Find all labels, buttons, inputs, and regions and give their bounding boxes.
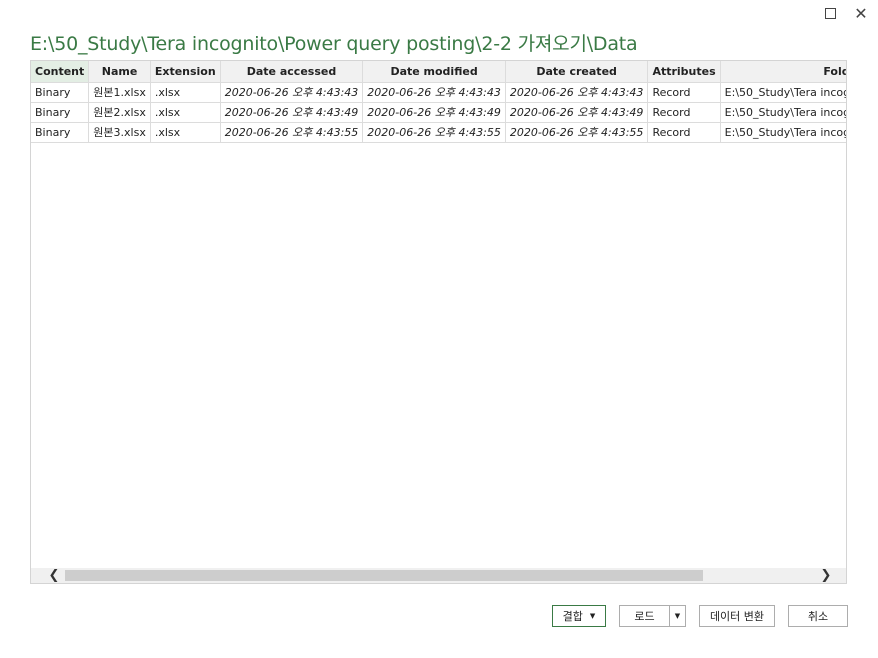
column-header-folder-path[interactable]: Folder Pa bbox=[720, 61, 846, 83]
cell-date-accessed: 2020-06-26 오후 4:43:43 bbox=[220, 82, 364, 103]
load-button-label: 로드 bbox=[634, 610, 655, 623]
cancel-button-label: 취소 bbox=[807, 610, 829, 623]
column-header-date-accessed[interactable]: Date accessed bbox=[220, 61, 364, 83]
cell-date-modified: 2020-06-26 오후 4:43:55 bbox=[362, 122, 506, 143]
cell-folder-path: E:\50_Study\Tera incognito\P bbox=[720, 122, 846, 143]
cell-attributes[interactable]: Record bbox=[647, 82, 721, 103]
scroll-thumb[interactable] bbox=[65, 570, 703, 581]
cell-content[interactable]: Binary bbox=[31, 122, 90, 143]
table-row: Binary 원본2.xlsx .xlsx 2020-06-26 오후 4:43… bbox=[31, 102, 846, 123]
cell-folder-path: E:\50_Study\Tera incognito\P bbox=[720, 82, 846, 103]
cancel-button[interactable]: 취소 bbox=[788, 605, 848, 627]
column-header-extension[interactable]: Extension bbox=[150, 61, 221, 83]
transform-data-button[interactable]: 데이터 변환 bbox=[699, 605, 775, 627]
close-icon[interactable]: ✕ bbox=[852, 4, 870, 23]
combine-button-label: 결합 bbox=[562, 610, 583, 623]
column-header-content[interactable]: Content bbox=[31, 61, 90, 83]
cell-folder-path: E:\50_Study\Tera incognito\P bbox=[720, 102, 846, 123]
cell-extension: .xlsx bbox=[150, 82, 221, 103]
cell-date-accessed: 2020-06-26 오후 4:43:55 bbox=[220, 122, 364, 143]
file-table: Content Name Extension Date accessed Dat… bbox=[31, 61, 846, 143]
maximize-icon[interactable] bbox=[821, 4, 839, 22]
cell-attributes[interactable]: Record bbox=[647, 102, 721, 123]
table-row: Binary 원본1.xlsx .xlsx 2020-06-26 오후 4:43… bbox=[31, 82, 846, 103]
horizontal-scrollbar[interactable]: ❮ ❯ bbox=[31, 568, 846, 583]
load-dropdown-button[interactable]: ▼ bbox=[669, 605, 686, 627]
table-header-row: Content Name Extension Date accessed Dat… bbox=[31, 61, 846, 83]
load-button[interactable]: 로드 bbox=[619, 605, 669, 627]
cell-date-created: 2020-06-26 오후 4:43:43 bbox=[505, 82, 649, 103]
scroll-right-icon[interactable]: ❯ bbox=[817, 568, 835, 583]
table-row: Binary 원본3.xlsx .xlsx 2020-06-26 오후 4:43… bbox=[31, 122, 846, 143]
column-header-date-created[interactable]: Date created bbox=[505, 61, 649, 83]
combine-button[interactable]: 결합 ▼ bbox=[552, 605, 606, 627]
scroll-left-icon[interactable]: ❮ bbox=[45, 568, 63, 583]
cell-name: 원본3.xlsx bbox=[88, 122, 151, 143]
column-header-name[interactable]: Name bbox=[88, 61, 151, 83]
preview-table: Content Name Extension Date accessed Dat… bbox=[30, 60, 847, 584]
chevron-down-icon: ▼ bbox=[674, 612, 681, 620]
chevron-down-icon: ▼ bbox=[589, 612, 596, 620]
transform-data-button-label: 데이터 변환 bbox=[709, 610, 765, 623]
cell-extension: .xlsx bbox=[150, 102, 221, 123]
cell-date-created: 2020-06-26 오후 4:43:55 bbox=[505, 122, 649, 143]
dialog-title: E:\50_Study\Tera incognito\Power query p… bbox=[30, 33, 638, 55]
cell-name: 원본2.xlsx bbox=[88, 102, 151, 123]
cell-content[interactable]: Binary bbox=[31, 82, 90, 103]
cell-date-modified: 2020-06-26 오후 4:43:49 bbox=[362, 102, 506, 123]
column-header-attributes[interactable]: Attributes bbox=[647, 61, 721, 83]
cell-date-created: 2020-06-26 오후 4:43:49 bbox=[505, 102, 649, 123]
column-header-date-modified[interactable]: Date modified bbox=[362, 61, 506, 83]
cell-attributes[interactable]: Record bbox=[647, 122, 721, 143]
cell-extension: .xlsx bbox=[150, 122, 221, 143]
cell-date-modified: 2020-06-26 오후 4:43:43 bbox=[362, 82, 506, 103]
cell-name: 원본1.xlsx bbox=[88, 82, 151, 103]
cell-content[interactable]: Binary bbox=[31, 102, 90, 123]
cell-date-accessed: 2020-06-26 오후 4:43:49 bbox=[220, 102, 364, 123]
